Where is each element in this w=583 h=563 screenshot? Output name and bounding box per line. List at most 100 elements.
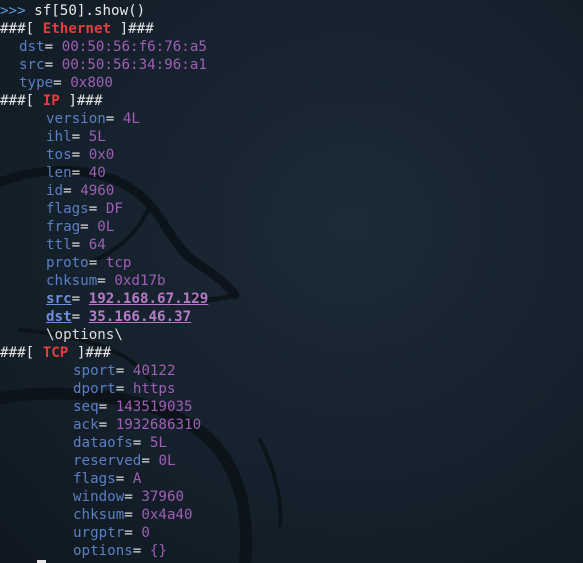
- field-value: 1932686310: [115, 417, 202, 433]
- field-name: dport: [73, 381, 116, 397]
- field-name: window: [73, 489, 125, 505]
- field-row: seq= 143519035: [0, 398, 583, 416]
- field-separator: =: [71, 147, 89, 163]
- layer-name-ethernet: Ethernet: [42, 21, 112, 37]
- field-separator: =: [44, 57, 62, 73]
- layer-header-open: ###[: [0, 93, 43, 109]
- field-row: dst= 00:50:56:f6:76:a5: [0, 38, 583, 56]
- field-separator: =: [88, 201, 106, 217]
- field-value: 5L: [149, 435, 167, 451]
- field-row: flags= A: [0, 470, 583, 488]
- field-name: proto: [46, 255, 89, 271]
- field-value: tcp: [105, 255, 132, 271]
- field-separator: =: [132, 435, 150, 451]
- field-name: frag: [46, 219, 81, 235]
- field-name: dataofs: [73, 435, 133, 451]
- field-separator: =: [97, 273, 115, 289]
- command-line: >>> sf[50].show(): [0, 2, 583, 20]
- field-name: src: [46, 291, 72, 307]
- field-name: dst: [19, 39, 45, 55]
- field-separator: =: [132, 543, 150, 559]
- field-separator: =: [115, 381, 133, 397]
- field-name: ihl: [46, 129, 72, 145]
- field-separator: =: [124, 525, 142, 541]
- field-row: dataofs= 5L: [0, 434, 583, 452]
- field-name: flags: [46, 201, 89, 217]
- field-separator: =: [105, 111, 123, 127]
- field-name: ttl: [46, 237, 72, 253]
- field-name: ack: [73, 417, 99, 433]
- layer-header-open: ###[: [0, 345, 43, 361]
- field-name: flags: [73, 471, 116, 487]
- layer-header-close: ]###: [68, 345, 112, 361]
- layer-header-ethernet: ###[ Ethernet ]###: [0, 20, 583, 38]
- field-name: dst: [46, 309, 72, 325]
- field-value: 37960: [141, 489, 185, 505]
- field-row: tos= 0x0: [0, 146, 583, 164]
- field-name: id: [46, 183, 64, 199]
- field-separator: =: [71, 309, 89, 325]
- field-name: chksum: [73, 507, 125, 523]
- layer-name-tcp: TCP: [42, 345, 69, 361]
- field-row: ihl= 5L: [0, 128, 583, 146]
- field-row: id= 4960: [0, 182, 583, 200]
- field-separator: =: [71, 237, 89, 253]
- options-marker-text: \options\: [46, 327, 123, 343]
- field-row: ack= 1932686310: [0, 416, 583, 434]
- prompt: >>>: [0, 3, 26, 19]
- field-name: sport: [73, 363, 116, 379]
- layer-header-ip: ###[ IP ]###: [0, 92, 583, 110]
- field-row: reserved= 0L: [0, 452, 583, 470]
- field-value: DF: [105, 201, 123, 217]
- field-separator: =: [115, 363, 133, 379]
- field-separator: =: [80, 219, 98, 235]
- field-value: 0: [141, 525, 150, 541]
- field-value: 64: [88, 237, 106, 253]
- field-name: version: [46, 111, 106, 127]
- field-row: window= 37960: [0, 488, 583, 506]
- field-value: 00:50:56:34:96:a1: [61, 57, 207, 73]
- field-row: type= 0x800: [0, 74, 583, 92]
- field-value: 0xd17b: [114, 273, 166, 289]
- field-row: src= 00:50:56:34:96:a1: [0, 56, 583, 74]
- field-separator: =: [115, 471, 133, 487]
- layer-header-close: ]###: [111, 21, 154, 37]
- field-separator: =: [141, 453, 159, 469]
- field-value: 4L: [122, 111, 140, 127]
- field-value: 40122: [132, 363, 176, 379]
- field-row: version= 4L: [0, 110, 583, 128]
- field-value: https: [132, 381, 176, 397]
- field-separator: =: [124, 489, 142, 505]
- field-name: src: [19, 57, 45, 73]
- field-value: 35.166.46.37: [88, 309, 192, 325]
- field-row: urgptr= 0: [0, 524, 583, 542]
- field-row: len= 40: [0, 164, 583, 182]
- field-separator: =: [44, 39, 62, 55]
- field-separator: =: [71, 165, 89, 181]
- field-value: 0x0: [88, 147, 115, 163]
- layer-header-open: ###[: [0, 21, 43, 37]
- field-value: 0x800: [70, 75, 113, 91]
- field-value: {}: [149, 543, 167, 559]
- field-separator: =: [63, 183, 81, 199]
- field-row: chksum= 0xd17b: [0, 272, 583, 290]
- terminal-output: >>> sf[50].show() ###[ Ethernet ]### dst…: [0, 2, 583, 560]
- field-row: proto= tcp: [0, 254, 583, 272]
- field-separator: =: [71, 291, 89, 307]
- field-name: chksum: [46, 273, 98, 289]
- field-value: 5L: [88, 129, 106, 145]
- field-value: 4960: [80, 183, 115, 199]
- field-row: sport= 40122: [0, 362, 583, 380]
- field-value: 192.168.67.129: [88, 291, 209, 307]
- field-row: chksum= 0x4a40: [0, 506, 583, 524]
- field-row: dport= https: [0, 380, 583, 398]
- field-separator: =: [98, 417, 116, 433]
- options-marker: \options\: [0, 326, 583, 344]
- field-separator: =: [124, 507, 142, 523]
- layer-header-tcp: ###[ TCP ]###: [0, 344, 583, 362]
- field-value: 143519035: [115, 399, 193, 415]
- field-value: 00:50:56:f6:76:a5: [61, 39, 207, 55]
- field-name: len: [46, 165, 72, 181]
- field-name: urgptr: [73, 525, 125, 541]
- field-row: ttl= 64: [0, 236, 583, 254]
